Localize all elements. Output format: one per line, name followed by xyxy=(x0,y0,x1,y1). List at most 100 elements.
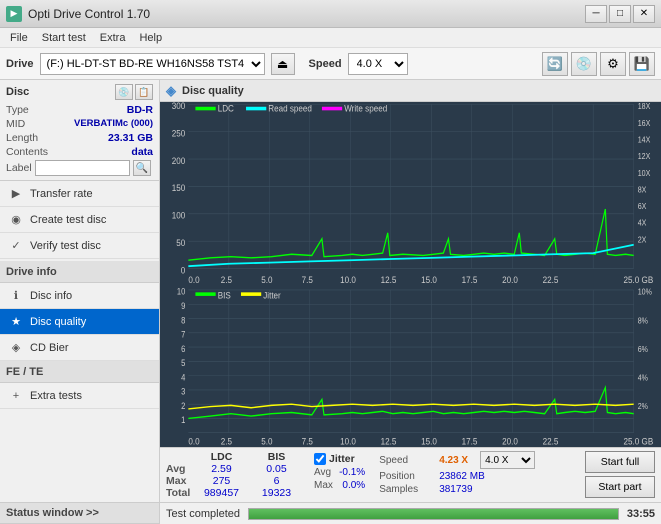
main-area: Disc 💿 📋 Type BD-R MID VERBATIMc (000) L… xyxy=(0,80,661,524)
svg-text:22.5: 22.5 xyxy=(543,274,559,285)
close-button[interactable]: ✕ xyxy=(633,5,655,23)
sidebar-item-create-test-disc[interactable]: ◉ Create test disc xyxy=(0,207,159,233)
length-value: 23.31 GB xyxy=(108,132,153,144)
svg-text:7: 7 xyxy=(181,330,186,340)
svg-text:12X: 12X xyxy=(638,152,651,162)
svg-text:7.5: 7.5 xyxy=(302,436,313,447)
svg-text:4X: 4X xyxy=(638,218,647,228)
sidebar-item-disc-quality[interactable]: ★ Disc quality xyxy=(0,309,159,335)
sidebar-item-extra-tests[interactable]: + Extra tests xyxy=(0,383,159,409)
extra-tests-label: Extra tests xyxy=(30,390,82,402)
sidebar: Disc 💿 📋 Type BD-R MID VERBATIMc (000) L… xyxy=(0,80,160,524)
status-text: Test completed xyxy=(166,508,240,520)
disc-icon-2[interactable]: 📋 xyxy=(135,84,153,100)
svg-text:50: 50 xyxy=(176,237,185,248)
start-full-button[interactable]: Start full xyxy=(585,451,655,473)
svg-text:8X: 8X xyxy=(638,185,647,195)
svg-text:5: 5 xyxy=(181,359,186,369)
drive-info-section: Drive info xyxy=(0,261,159,283)
extra-tests-icon: + xyxy=(8,388,24,404)
ldc-header: LDC xyxy=(194,451,249,463)
svg-text:Jitter: Jitter xyxy=(263,290,281,301)
samples-val: 381739 xyxy=(439,484,472,495)
eject-button[interactable]: ⏏ xyxy=(271,53,295,75)
mid-value: VERBATIMc (000) xyxy=(74,118,153,130)
sidebar-item-verify-test-disc[interactable]: ✓ Verify test disc xyxy=(0,233,159,259)
svg-text:5.0: 5.0 xyxy=(261,436,272,447)
svg-text:2.5: 2.5 xyxy=(221,274,232,285)
type-label: Type xyxy=(6,104,29,116)
drive-select[interactable]: (F:) HL-DT-ST BD-RE WH16NS58 TST4 xyxy=(40,53,265,75)
fe-te-label: FE / TE xyxy=(6,366,43,378)
create-test-disc-icon: ◉ xyxy=(8,212,24,228)
svg-text:100: 100 xyxy=(172,210,186,221)
burn-button[interactable]: 💿 xyxy=(571,52,597,76)
svg-text:2.5: 2.5 xyxy=(221,436,232,447)
config-button[interactable]: ⚙ xyxy=(600,52,626,76)
samples-key: Samples xyxy=(379,484,431,495)
status-window-header[interactable]: Status window >> xyxy=(0,502,159,524)
svg-text:10.0: 10.0 xyxy=(340,274,356,285)
menu-file[interactable]: File xyxy=(4,31,34,45)
disc-quality-label: Disc quality xyxy=(30,316,86,328)
label-button[interactable]: 🔍 xyxy=(133,160,151,176)
jitter-avg-val: -0.1% xyxy=(339,467,365,478)
drive-label: Drive xyxy=(6,58,34,70)
svg-text:0: 0 xyxy=(181,265,186,276)
svg-text:16X: 16X xyxy=(638,118,651,128)
svg-text:200: 200 xyxy=(172,155,186,166)
create-test-disc-label: Create test disc xyxy=(30,214,106,226)
svg-text:6: 6 xyxy=(181,344,186,354)
label-input[interactable] xyxy=(35,160,130,176)
status-window-label: Status window >> xyxy=(6,507,99,519)
sidebar-item-disc-info[interactable]: ℹ Disc info xyxy=(0,283,159,309)
speed-val: 4.23 X xyxy=(439,455,468,466)
chart-area: ◈ Disc quality xyxy=(160,80,661,524)
speed-key: Speed xyxy=(379,455,431,466)
svg-text:3: 3 xyxy=(181,387,186,397)
menu-extra[interactable]: Extra xyxy=(94,31,132,45)
disc-icons: 💿 📋 xyxy=(115,84,153,100)
svg-text:18X: 18X xyxy=(638,102,651,111)
svg-text:9: 9 xyxy=(181,301,186,311)
avg-label: Avg xyxy=(166,463,194,475)
menu-help[interactable]: Help xyxy=(133,31,168,45)
svg-text:300: 300 xyxy=(172,102,186,111)
sidebar-item-cd-bier[interactable]: ◈ CD Bier xyxy=(0,335,159,361)
stats-footer: LDC BIS Avg 2.59 0.05 Max 275 6 Total xyxy=(160,447,661,502)
jitter-checkbox[interactable] xyxy=(314,453,326,465)
disc-label-row: Label 🔍 xyxy=(6,160,153,176)
svg-text:2X: 2X xyxy=(638,235,647,245)
disc-contents-row: Contents data xyxy=(6,146,153,158)
disc-icon-1[interactable]: 💿 xyxy=(115,84,133,100)
maximize-button[interactable]: □ xyxy=(609,5,631,23)
refresh-button[interactable]: 🔄 xyxy=(542,52,568,76)
status-time: 33:55 xyxy=(627,508,655,520)
disc-section: Disc 💿 📋 Type BD-R MID VERBATIMc (000) L… xyxy=(0,80,159,181)
svg-text:17.5: 17.5 xyxy=(462,436,478,447)
start-buttons: Start full Start part xyxy=(585,451,655,498)
svg-text:LDC: LDC xyxy=(218,103,235,114)
svg-text:2: 2 xyxy=(181,401,186,411)
speed-select[interactable]: 4.0 X xyxy=(480,451,535,469)
sidebar-item-transfer-rate[interactable]: ▶ Transfer rate xyxy=(0,181,159,207)
position-val: 23862 MB xyxy=(439,471,485,482)
jitter-label: Jitter xyxy=(329,453,355,465)
speed-select[interactable]: 4.0 X xyxy=(348,53,408,75)
svg-text:25.0 GB: 25.0 GB xyxy=(624,436,654,447)
menu-starttest[interactable]: Start test xyxy=(36,31,92,45)
stats-table: LDC BIS Avg 2.59 0.05 Max 275 6 Total xyxy=(166,451,304,499)
minimize-button[interactable]: ─ xyxy=(585,5,607,23)
app-icon: ▶ xyxy=(6,6,22,22)
chart-title: Disc quality xyxy=(182,85,244,97)
max-label: Max xyxy=(166,475,194,487)
svg-text:12.5: 12.5 xyxy=(381,436,397,447)
start-part-button[interactable]: Start part xyxy=(585,476,655,498)
speed-label: Speed xyxy=(309,58,342,70)
save-button[interactable]: 💾 xyxy=(629,52,655,76)
jitter-section: Jitter Avg -0.1% Max 0.0% xyxy=(314,453,365,491)
cd-bier-label: CD Bier xyxy=(30,342,69,354)
svg-text:8%: 8% xyxy=(638,316,648,326)
position-key: Position xyxy=(379,471,431,482)
svg-text:BIS: BIS xyxy=(218,290,231,301)
